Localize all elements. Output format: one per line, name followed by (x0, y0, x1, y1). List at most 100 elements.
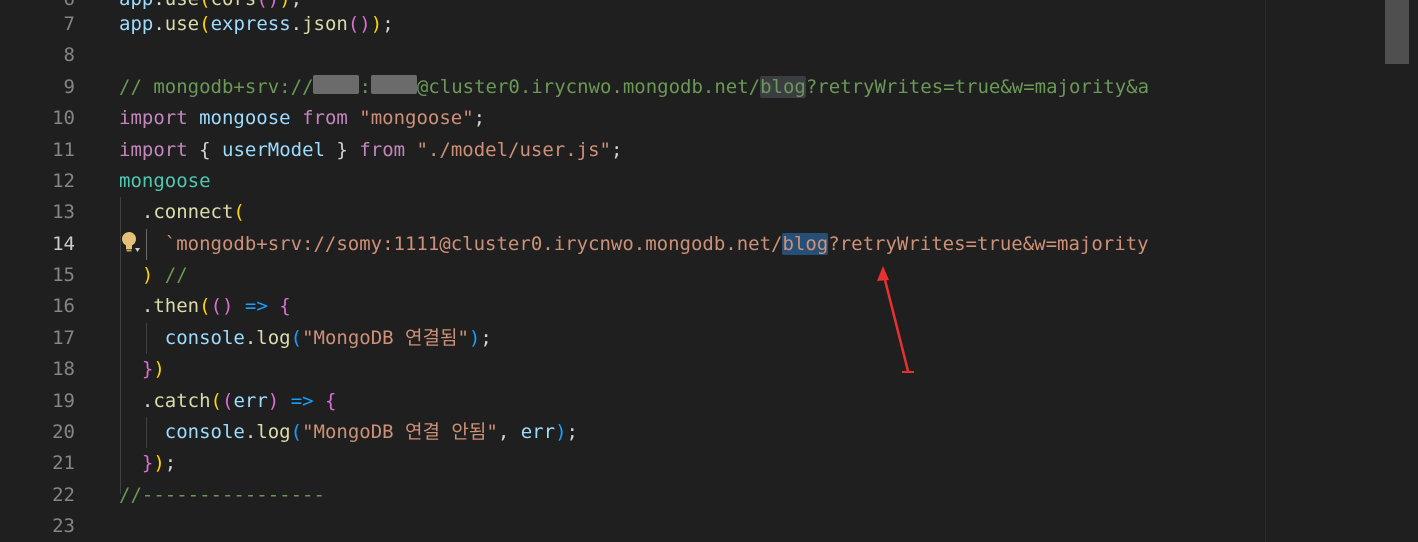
token: ; (480, 327, 492, 349)
token: json (302, 13, 348, 35)
token: . (290, 13, 303, 35)
token: "MongoDB 연결됨" (302, 327, 469, 349)
token: . (141, 390, 154, 412)
redacted-username: ████ (313, 75, 360, 94)
token: app (119, 13, 154, 35)
code-line-22: //---------------- (119, 480, 325, 511)
token: log (256, 327, 291, 349)
token: } (336, 139, 348, 161)
token: ( (290, 327, 303, 349)
token: //---------------- (119, 484, 325, 506)
code-line-15: ) // (119, 260, 188, 291)
token: { (279, 295, 291, 317)
token: { (199, 139, 211, 161)
token: . (141, 295, 154, 317)
token: mongoose (199, 107, 291, 129)
token: ) (153, 452, 165, 474)
token: ; (566, 421, 578, 443)
token: ?retryWrites=true&w=majority (828, 233, 1149, 255)
token: @cluster0.irycnwo.mongodb.net/ (416, 76, 761, 98)
line-number: 18 (52, 358, 75, 380)
token: import (119, 139, 188, 161)
token: => (290, 390, 314, 412)
token: ; (382, 13, 394, 35)
token: , (497, 421, 510, 443)
token: => (244, 295, 268, 317)
code-line-18: }) (119, 354, 165, 385)
line-number: 22 (52, 484, 75, 506)
selection-highlight: blog (782, 233, 829, 255)
word-highlight: blog (760, 76, 806, 98)
token: console (164, 327, 245, 349)
line-number: 23 (52, 515, 75, 537)
redacted-password: ████ (370, 75, 417, 94)
code-line-21: }); (119, 448, 176, 479)
token: ) (468, 327, 481, 349)
code-editor[interactable]: 6 7 8 9 10 11 12 13 14 15 16 17 18 19 20… (0, 0, 1418, 542)
token: console (164, 421, 245, 443)
token: { (325, 390, 337, 412)
line-number: 13 (52, 201, 75, 223)
token: ( (210, 390, 222, 412)
line-number: 17 (52, 327, 75, 349)
token: err (233, 390, 268, 412)
line-number: 15 (52, 264, 75, 286)
token: import (119, 107, 188, 129)
token: ) (141, 264, 154, 286)
token: ) (153, 358, 165, 380)
code-line-7: app.use(express.json()); (119, 9, 394, 40)
token: ) (555, 421, 567, 443)
token: connect (153, 201, 234, 223)
token: "./model/user.js" (416, 139, 611, 161)
token: () (347, 13, 371, 35)
code-area[interactable]: app.use(cors()); app.use(express.json())… (119, 0, 1269, 542)
token: ( (199, 295, 211, 317)
line-number: 11 (52, 139, 75, 161)
token: ) (267, 390, 280, 412)
line-number: 19 (52, 390, 75, 412)
token: ( (290, 421, 303, 443)
scrollbar-thumb[interactable] (1385, 0, 1409, 64)
token: ( (233, 201, 245, 223)
token: . (141, 201, 154, 223)
token: "MongoDB 연결 안됨" (302, 421, 498, 443)
token: ( (222, 390, 234, 412)
line-number: 8 (63, 44, 75, 66)
token: . (244, 327, 257, 349)
code-line-13: .connect( (119, 197, 245, 228)
token: // mongodb+srv:// (119, 76, 314, 98)
minimap[interactable] (1265, 0, 1384, 542)
token: userModel (222, 139, 325, 161)
line-number: 12 (52, 170, 75, 192)
token: from (302, 107, 348, 129)
code-line-19: .catch((err) => { (119, 386, 337, 417)
token: ( (199, 13, 211, 35)
token: () (210, 295, 234, 317)
token: ; (164, 452, 177, 474)
token: `mongodb+srv://somy:1111@cluster0.irycnw… (164, 233, 783, 255)
token: from (359, 139, 406, 161)
code-line-10: import mongoose from "mongoose"; (119, 103, 485, 134)
token: "mongoose" (359, 107, 474, 129)
code-line-17: console.log("MongoDB 연결됨"); (119, 323, 492, 354)
vertical-scrollbar[interactable] (1383, 0, 1418, 542)
token: . (244, 421, 257, 443)
line-number: 9 (63, 76, 75, 98)
line-number: 20 (52, 421, 75, 443)
line-number: 7 (63, 13, 75, 35)
token: } (141, 358, 154, 380)
code-line-16: .then(() => { (119, 291, 291, 322)
token: catch (153, 390, 211, 412)
code-line-12: mongoose (119, 166, 211, 197)
token: use (164, 13, 200, 35)
token: log (256, 421, 291, 443)
token: : (359, 76, 371, 98)
token: . (153, 13, 165, 35)
token: ?retryWrites=true&w=majority&a (805, 76, 1150, 98)
token: ; (473, 107, 486, 129)
token: // (164, 264, 188, 286)
token: } (141, 452, 154, 474)
token: mongoose (119, 170, 211, 192)
line-number: 21 (52, 452, 75, 474)
code-line-9: // mongodb+srv://████:████@cluster0.iryc… (119, 72, 1149, 103)
